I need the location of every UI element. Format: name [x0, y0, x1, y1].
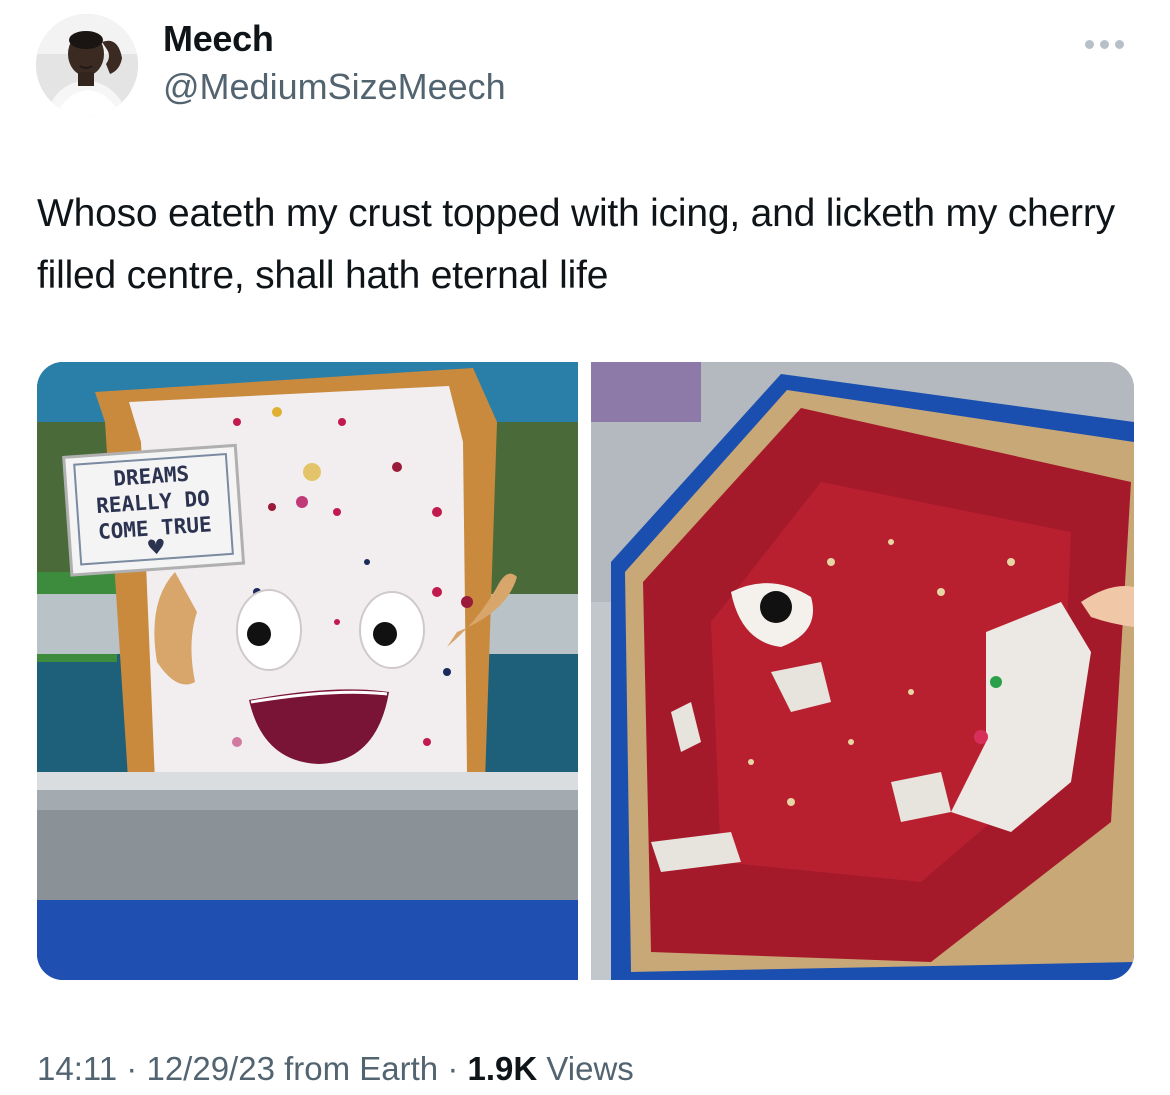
tweet: Meech @MediumSizeMeech Whoso eateth my c… [0, 0, 1170, 1095]
dot [1115, 39, 1124, 49]
tweet-image-cake[interactable] [591, 362, 1134, 980]
views-count: 1.9K [467, 1050, 538, 1087]
tweet-source: from Earth [274, 1050, 439, 1087]
cake-photo [591, 362, 1134, 980]
more-horizontal-icon[interactable] [1085, 34, 1133, 54]
user-handle[interactable]: @MediumSizeMeech [163, 66, 506, 108]
meta-separator: · [117, 1050, 147, 1087]
mascot-photo: DREAMS REALLY DO COME TRUE [37, 362, 578, 980]
avatar-image [36, 14, 138, 116]
dot [1100, 39, 1109, 49]
meta-separator: · [438, 1050, 468, 1087]
tweet-meta: 14:11 · 12/29/23 from Earth · 1.9K Views [37, 1050, 634, 1088]
display-name[interactable]: Meech [163, 18, 274, 60]
tweet-image-mascot[interactable]: DREAMS REALLY DO COME TRUE [37, 362, 578, 980]
avatar[interactable] [36, 14, 138, 116]
tweet-text: Whoso eateth my crust topped with icing,… [37, 192, 1115, 297]
dot [1085, 39, 1094, 49]
views-label: Views [537, 1050, 634, 1087]
tweet-time[interactable]: 14:11 [37, 1050, 117, 1087]
tweet-date[interactable]: 12/29/23 [146, 1050, 274, 1087]
